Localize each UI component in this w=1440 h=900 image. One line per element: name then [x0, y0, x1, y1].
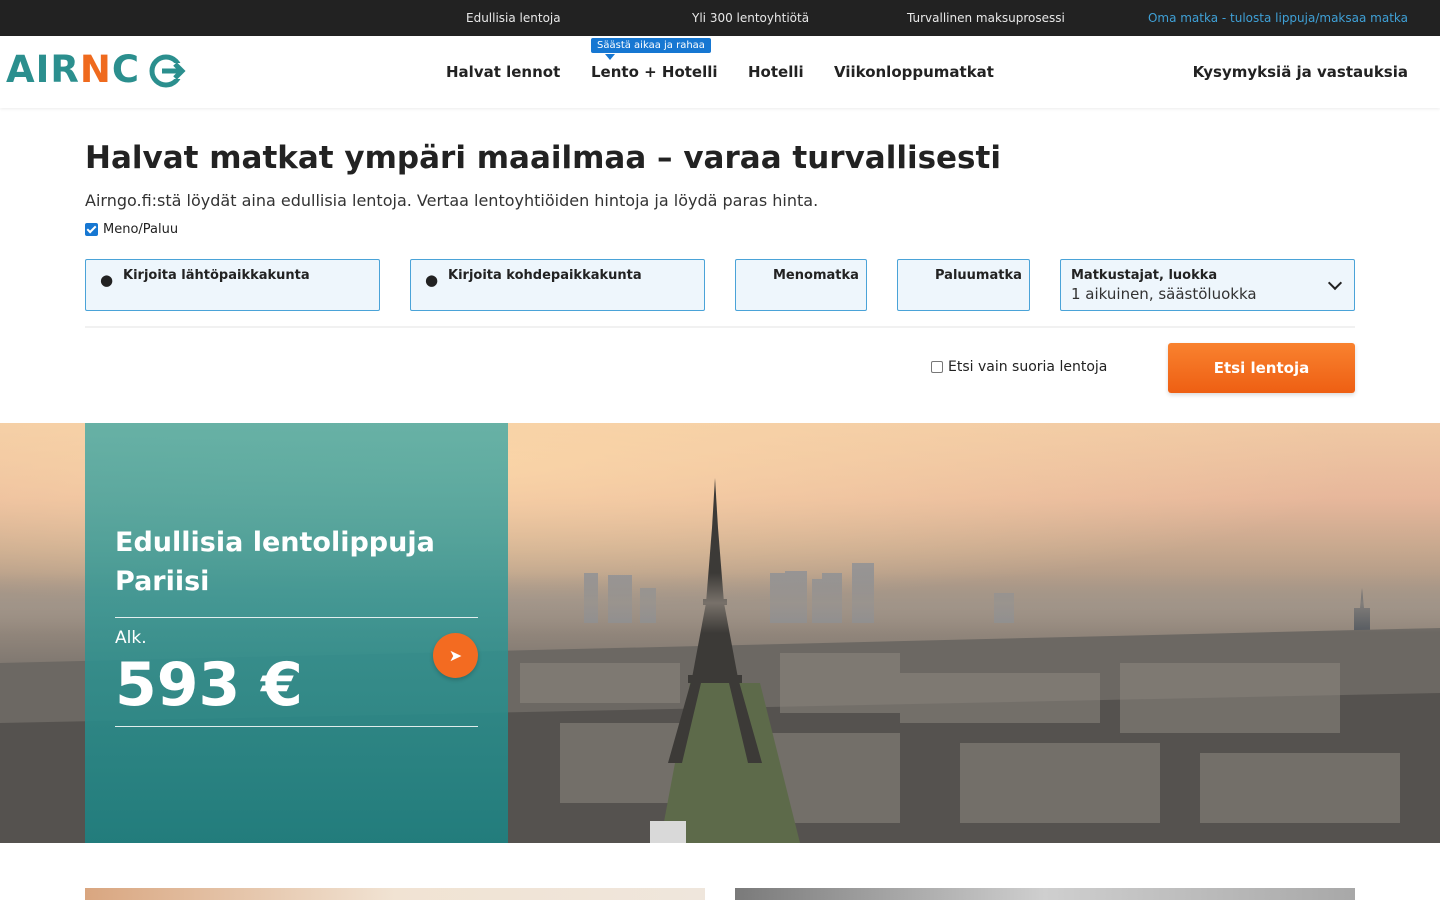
direct-only-toggle[interactable]: Etsi vain suoria lentoja [931, 359, 1107, 375]
search-flights-button[interactable]: Etsi lentoja [1168, 343, 1355, 393]
nav-badge-tail [605, 54, 615, 60]
hero-from-label: Alk. [115, 628, 147, 648]
map-marker-icon: ● [425, 271, 439, 289]
return-label: Paluumatka [935, 268, 1022, 283]
depart-label: Menomatka [773, 268, 859, 283]
nav-cheap-flights[interactable]: Halvat lennot [446, 63, 560, 81]
page-title: Halvat matkat ympäri maailmaa – varaa tu… [85, 140, 1001, 176]
roundtrip-label: Meno/Paluu [103, 222, 179, 237]
hero-price: 593 € [115, 650, 303, 720]
depart-date-field[interactable]: Menomatka [735, 259, 867, 311]
airngo-logo[interactable]: AIRNC [6, 50, 186, 90]
origin-label: Kirjoita lähtöpaikkakunta [123, 268, 310, 283]
map-marker-icon: ● [100, 271, 114, 289]
top-strip: Edullisia lentoja Yli 300 lentoyhtiötä T… [0, 0, 1440, 36]
usp-airlines: Yli 300 lentoyhtiötä [692, 11, 810, 25]
logo-text-n: N [79, 48, 112, 91]
site-header: AIRNC Halvat lennot Säästä aikaa ja raha… [0, 36, 1440, 108]
return-date-field[interactable]: Paluumatka [897, 259, 1030, 311]
direct-only-label: Etsi vain suoria lentoja [948, 359, 1108, 375]
travelers-field[interactable]: Matkustajat, luokka 1 aikuinen, säästölu… [1060, 259, 1355, 311]
hero-banner: Edullisia lentolippuja Pariisi Alk. 593 … [0, 423, 1440, 843]
page-subtitle: Airngo.fi:stä löydät aina edullisia lent… [85, 191, 819, 210]
nav-hotel[interactable]: Hotelli [748, 63, 804, 81]
destination-card-preview[interactable] [735, 888, 1355, 900]
logo-arrow-icon [149, 54, 186, 88]
destination-card-preview[interactable] [85, 888, 705, 900]
my-trip-link[interactable]: Oma matka - tulosta lippuja/maksaa matka [1148, 11, 1408, 25]
origin-field[interactable]: ● Kirjoita lähtöpaikkakunta [85, 259, 380, 311]
nav-badge-save: Säästä aikaa ja rahaa [591, 38, 711, 53]
arrow-right-icon[interactable]: ➤ [433, 633, 478, 678]
travelers-label: Matkustajat, luokka [1071, 268, 1218, 283]
hero-divider-bottom [115, 726, 478, 727]
logo-text-air: AIR [6, 48, 80, 91]
search-divider [85, 326, 1355, 328]
roundtrip-checkbox[interactable] [85, 223, 98, 236]
direct-only-checkbox[interactable] [931, 361, 943, 373]
destination-field[interactable]: ● Kirjoita kohdepaikkakunta [410, 259, 705, 311]
faq-link[interactable]: Kysymyksiä ja vastauksia [1193, 63, 1408, 81]
hero-title: Edullisia lentolippuja Pariisi [115, 527, 435, 597]
usp-secure-payment: Turvallinen maksuprosessi [907, 11, 1065, 25]
usp-cheap-flights: Edullisia lentoja [466, 11, 561, 25]
chevron-down-icon [1327, 275, 1343, 291]
hero-offer-panel[interactable]: Edullisia lentolippuja Pariisi Alk. 593 … [85, 423, 508, 843]
logo-text-c: C [111, 48, 141, 91]
nav-flight-hotel[interactable]: Lento + Hotelli [591, 63, 718, 81]
nav-weekend-trips[interactable]: Viikonloppumatkat [834, 63, 994, 81]
destination-label: Kirjoita kohdepaikkakunta [448, 268, 642, 283]
roundtrip-toggle[interactable]: Meno/Paluu [85, 222, 178, 237]
hero-divider-top [115, 617, 478, 618]
travelers-value: 1 aikuinen, säästöluokka [1071, 285, 1257, 303]
